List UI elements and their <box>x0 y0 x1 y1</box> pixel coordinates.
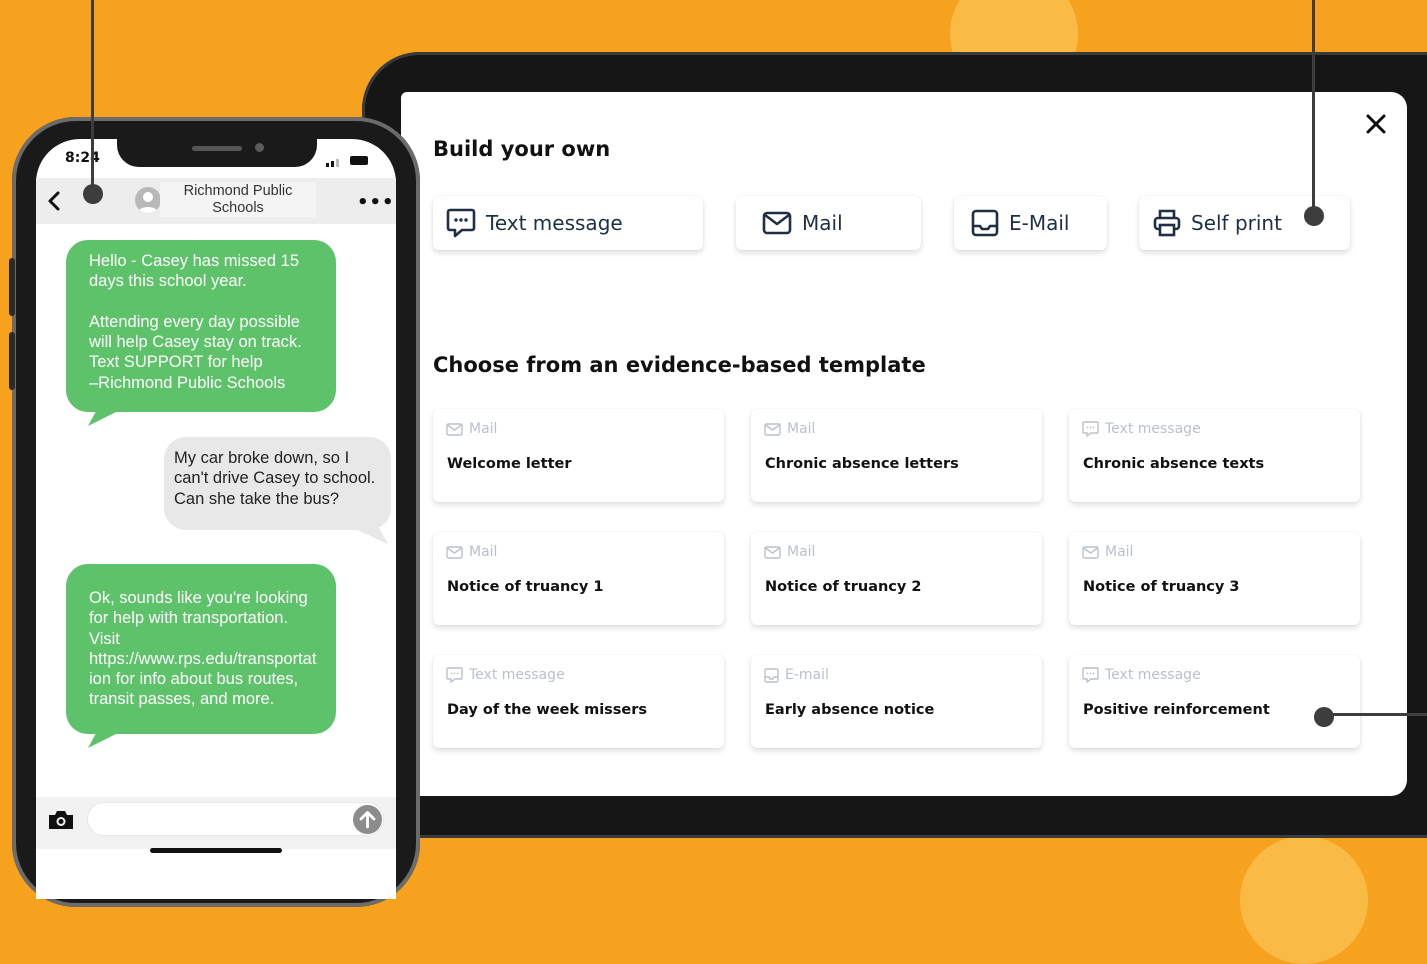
phone-notch <box>117 139 317 167</box>
mail-label: Mail <box>802 211 843 235</box>
template-type: Mail <box>764 421 815 437</box>
printer-icon <box>1153 209 1181 237</box>
template-name: Notice of truancy 2 <box>765 579 922 595</box>
envelope-icon <box>762 211 792 235</box>
template-name: Welcome letter <box>447 456 572 472</box>
template-type: Mail <box>1082 544 1133 560</box>
bubble-tail <box>88 404 132 426</box>
signal-icon <box>326 159 339 167</box>
callout-dot <box>1304 206 1324 226</box>
chevron-left-icon[interactable] <box>46 190 62 212</box>
envelope-icon <box>764 422 781 436</box>
arrow-up-icon[interactable] <box>353 805 382 834</box>
template-name: Early absence notice <box>765 702 935 718</box>
contact-name: Richmond Public Schools <box>160 182 316 217</box>
build-your-own-title: Build your own <box>433 137 611 161</box>
status-time: 8:24 <box>65 150 100 166</box>
chat-bubble-icon <box>446 667 463 683</box>
template-type: Mail <box>446 544 497 560</box>
template-type-label: Text message <box>1105 421 1201 437</box>
template-type: Text message <box>1082 421 1201 437</box>
email-label: E-Mail <box>1009 211 1070 235</box>
template-type: Text message <box>1082 667 1201 683</box>
template-name: Positive reinforcement <box>1083 702 1270 718</box>
template-name: Notice of truancy 1 <box>447 579 604 595</box>
callout-dot <box>83 184 103 204</box>
template-type-label: Mail <box>787 421 816 437</box>
template-card[interactable]: Mail Notice of truancy 2 <box>751 532 1042 625</box>
template-card[interactable]: Mail Notice of truancy 1 <box>433 532 724 625</box>
close-icon[interactable] <box>1364 112 1388 136</box>
template-card[interactable]: Mail Notice of truancy 3 <box>1069 532 1360 625</box>
self-print-label: Self print <box>1191 211 1282 235</box>
battery-icon <box>350 156 368 165</box>
template-name: Chronic absence texts <box>1083 456 1265 472</box>
envelope-icon <box>764 545 781 559</box>
message-bubble-incoming: Ok, sounds like you're looking for help … <box>66 564 336 734</box>
message-bubble-outgoing: My car broke down, so I can't drive Case… <box>164 437 391 530</box>
phone-side-button <box>9 258 15 316</box>
template-type-label: Mail <box>469 544 498 560</box>
chat-bubble-icon <box>1082 667 1099 683</box>
more-dots-icon[interactable]: ••• <box>357 194 395 212</box>
envelope-icon <box>446 422 463 436</box>
envelope-icon <box>1082 545 1099 559</box>
template-type-label: E-mail <box>785 667 829 683</box>
message-bubble-incoming: Hello - Casey has missed 15 days this sc… <box>66 240 336 412</box>
background-circle-bottom <box>1240 836 1368 964</box>
camera-icon[interactable] <box>47 809 75 831</box>
bubble-tail <box>88 726 132 748</box>
template-card[interactable]: Mail Chronic absence letters <box>751 409 1042 502</box>
template-type-label: Mail <box>469 421 498 437</box>
text-message-button[interactable]: Text message <box>433 196 703 250</box>
callout-dot <box>1314 707 1334 727</box>
inbox-icon <box>764 667 779 683</box>
template-type-label: Mail <box>787 544 816 560</box>
template-type-label: Text message <box>1105 667 1201 683</box>
template-name: Notice of truancy 3 <box>1083 579 1240 595</box>
message-input[interactable] <box>87 802 384 836</box>
home-indicator <box>150 848 282 853</box>
template-type: E-mail <box>764 667 829 683</box>
template-card[interactable]: Text message Day of the week missers <box>433 655 724 748</box>
template-card[interactable]: Text message Chronic absence texts <box>1069 409 1360 502</box>
template-panel: Build your own Text message Mail E-Mail … <box>401 92 1407 796</box>
chat-bubble-icon <box>1082 421 1099 437</box>
mail-button[interactable]: Mail <box>736 196 921 250</box>
phone-side-button <box>9 332 15 390</box>
template-name: Chronic absence letters <box>765 456 959 472</box>
bubble-tail <box>340 522 388 544</box>
text-message-label: Text message <box>486 211 623 235</box>
template-type: Mail <box>446 421 497 437</box>
envelope-icon <box>446 545 463 559</box>
template-type-label: Mail <box>1105 544 1134 560</box>
template-type-label: Text message <box>469 667 565 683</box>
template-card[interactable]: Mail Welcome letter <box>433 409 724 502</box>
template-section-title: Choose from an evidence-based template <box>433 353 926 377</box>
template-type: Text message <box>446 667 565 683</box>
inbox-icon <box>971 209 999 237</box>
person-icon <box>135 187 161 213</box>
phone-speaker <box>192 146 242 151</box>
template-type: Mail <box>764 544 815 560</box>
template-card[interactable]: E-mail Early absence notice <box>751 655 1042 748</box>
callout-line <box>1312 0 1315 210</box>
email-button[interactable]: E-Mail <box>954 196 1107 250</box>
template-card[interactable]: Text message Positive reinforcement <box>1069 655 1360 748</box>
callout-line <box>91 0 94 190</box>
chat-bubble-icon <box>446 208 476 238</box>
callout-line <box>1332 713 1427 716</box>
template-name: Day of the week missers <box>447 702 648 718</box>
front-camera <box>255 143 264 152</box>
